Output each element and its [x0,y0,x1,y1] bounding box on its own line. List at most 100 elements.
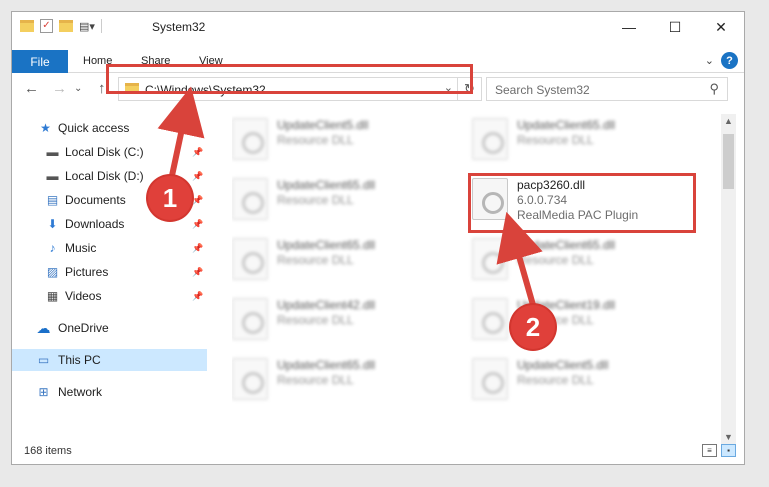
list-item[interactable]: UpdateClient65.dll Resource DLL [472,232,692,284]
file-name: UpdateClient65.dll [517,238,616,252]
file-name: UpdateClient65.dll [277,358,376,372]
videos-icon: ▦ [46,289,59,303]
sidebar-item-label: Music [65,241,97,255]
file-type: Resource DLL [277,133,354,147]
file-highlight-box [468,173,696,233]
sidebar-item-network[interactable]: ⊞ Network [12,381,207,403]
status-bar: 168 items ≡ ▪ [12,440,744,464]
item-count: 168 items [24,445,72,457]
step-badge-1: 1 [148,176,192,220]
file-name: UpdateClient65.dll [277,238,376,252]
pin-icon[interactable]: 📌 [192,195,203,206]
help-icon[interactable]: ? [721,52,738,69]
dll-file-icon [472,118,508,160]
drive-c-icon: ▬ [46,145,59,159]
sidebar-item-label: Documents [65,193,126,207]
sidebar-item-label: Local Disk (C:) [65,145,144,159]
pin-icon[interactable]: 📌 [192,219,203,230]
dll-file-icon [472,298,508,340]
new-folder-icon[interactable] [59,20,73,32]
sidebar-item-label: OneDrive [58,321,109,335]
list-item[interactable]: UpdateClient19.dll Resource DLL [472,292,692,344]
view-switcher: ≡ ▪ [702,444,736,457]
ribbon-expand-icon[interactable]: ⌄ [705,54,714,67]
sidebar-item-quick-access[interactable]: ★ Quick access [12,117,207,139]
sidebar-item-label: Local Disk (D:) [65,169,144,183]
large-icons-view-icon[interactable]: ▪ [721,444,736,457]
this-pc-icon: ▭ [37,353,50,367]
file-type: Resource DLL [517,253,594,267]
navigation-pane: ★ Quick access ▬ Local Disk (C:) 📌 ▬ Loc… [12,114,207,434]
quick-access-toolbar: ✓ ▤▾ [20,19,102,33]
list-item[interactable]: UpdateClient42.dll Resource DLL [232,292,452,344]
file-type: Resource DLL [517,133,594,147]
sidebar-item-label: This PC [58,353,101,367]
file-name: UpdateClient5.dll [277,118,369,132]
dll-file-icon [472,358,508,400]
pin-icon[interactable]: 📌 [192,291,203,302]
file-name: UpdateClient5.dll [517,358,609,372]
drive-d-icon: ▬ [46,169,59,183]
minimize-button[interactable]: — [606,12,652,42]
step-badge-2: 2 [511,305,555,349]
onedrive-icon: ☁ [36,319,51,336]
search-input[interactable]: Search System32 ⚲ [486,77,728,101]
recent-locations-button[interactable]: ⌄ [74,83,82,94]
list-item[interactable]: UpdateClient65.dll Resource DLL [472,112,692,164]
sidebar-item-this-pc[interactable]: ▭ This PC [12,349,207,371]
sidebar-item-music[interactable]: ♪ Music 📌 [12,237,207,259]
search-icon[interactable]: ⚲ [709,81,719,97]
sidebar-item-label: Pictures [65,265,109,279]
sidebar-item-local-disk-c[interactable]: ▬ Local Disk (C:) 📌 [12,141,207,163]
downloads-icon: ⬇ [47,217,58,231]
dll-file-icon [232,118,268,160]
window-controls: — ☐ ✕ [606,12,744,42]
sidebar-item-videos[interactable]: ▦ Videos 📌 [12,285,207,307]
list-item[interactable]: UpdateClient65.dll Resource DLL [232,352,452,404]
forward-button[interactable]: → [52,80,67,97]
search-placeholder: Search System32 [495,83,590,97]
sidebar-item-label: Videos [65,289,102,303]
back-button[interactable]: ← [24,80,39,97]
dll-file-icon [232,358,268,400]
sidebar-item-pictures[interactable]: ▨ Pictures 📌 [12,261,207,283]
up-button[interactable]: ↑ [98,80,106,97]
maximize-button[interactable]: ☐ [652,12,698,42]
close-button[interactable]: ✕ [698,12,744,42]
pin-icon[interactable]: 📌 [192,147,203,158]
properties-icon[interactable]: ✓ [40,19,53,33]
file-list: UpdateClient5.dll Resource DLL UpdateCli… [232,112,744,432]
list-item[interactable]: UpdateClient5.dll Resource DLL [232,112,452,164]
file-type: Resource DLL [277,193,354,207]
details-view-icon[interactable]: ≡ [702,444,717,457]
file-name: UpdateClient65.dll [277,178,376,192]
sidebar-item-label: Downloads [65,217,125,231]
file-type: Resource DLL [277,253,354,267]
file-name: UpdateClient65.dll [517,118,616,132]
list-item[interactable]: UpdateClient65.dll Resource DLL [232,172,452,224]
file-type: Resource DLL [277,373,354,387]
customize-toolbar-icon[interactable]: ▤▾ [79,20,95,33]
pin-icon[interactable]: 📌 [192,267,203,278]
address-highlight-box [106,64,473,94]
pictures-icon: ▨ [46,265,59,279]
list-item[interactable]: UpdateClient5.dll Resource DLL [472,352,692,404]
toolbar-divider [100,19,102,33]
network-icon: ⊞ [38,385,49,399]
window-title: System32 [152,20,206,34]
tab-file[interactable]: File [12,50,68,73]
music-icon: ♪ [49,241,56,255]
pin-icon[interactable]: 📌 [192,171,203,182]
file-type: Resource DLL [277,313,354,327]
pin-icon[interactable]: 📌 [192,243,203,254]
list-item[interactable]: UpdateClient65.dll Resource DLL [232,232,452,284]
sidebar-item-onedrive[interactable]: ☁ OneDrive [12,317,207,339]
dll-file-icon [232,178,268,220]
star-icon: ★ [40,121,51,135]
dll-file-icon [232,238,268,280]
title-bar: ✓ ▤▾ System32 — ☐ ✕ [12,12,744,42]
dll-file-icon [232,298,268,340]
file-name: UpdateClient42.dll [277,298,376,312]
folder-icon[interactable] [20,20,34,32]
file-type: Resource DLL [517,373,594,387]
